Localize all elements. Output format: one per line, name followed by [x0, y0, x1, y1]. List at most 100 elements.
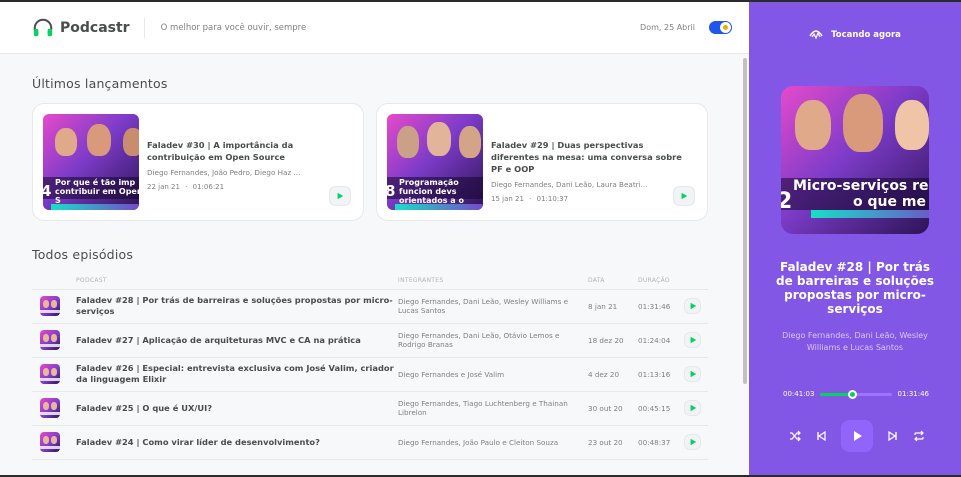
header: Podcastr O melhor para você ouvir, sempr… [0, 2, 749, 54]
play-icon [337, 192, 344, 200]
player-panel: Tocando agora Micro-serviços re o que me… [749, 2, 961, 475]
table-row[interactable]: Faladev #24 | Como virar líder de desenv… [32, 425, 708, 460]
episode-title[interactable]: Faladev #30 | A importância da contribui… [147, 139, 347, 163]
episodes-table: PODCAST INTEGRANTES DATA DURAÇÃO Faladev… [32, 272, 708, 460]
row-date: 23 out 20 [588, 425, 638, 460]
thumbnail-number: 8 [387, 182, 396, 200]
row-play-button[interactable] [684, 434, 701, 450]
play-icon [690, 370, 696, 378]
play-pause-button[interactable] [841, 420, 873, 452]
now-playing-label: Tocando agora [831, 30, 901, 40]
play-button[interactable] [329, 186, 351, 206]
headphones-icon [33, 18, 53, 36]
column-podcast: PODCAST [76, 272, 398, 290]
cover-caption-2: o que me [853, 194, 926, 210]
progress-handle[interactable] [848, 389, 858, 399]
repeat-icon [914, 430, 924, 442]
episode-meta: 22 jan 21 · 01:06:21 [147, 183, 225, 191]
playing-icon [809, 30, 823, 40]
column-members: INTEGRANTES [398, 272, 588, 290]
player-header: Tocando agora [809, 28, 901, 42]
play-icon [690, 404, 696, 412]
column-duration: DURAÇÃO [638, 272, 684, 290]
row-duration: 01:31:46 [638, 289, 684, 324]
episode-members: Diego Fernandes, João Pedro, Diego Haz .… [147, 168, 301, 177]
row-title[interactable]: Faladev #24 | Como virar líder de desenv… [76, 425, 398, 460]
next-button[interactable] [887, 430, 899, 442]
episode-meta: 15 jan 21 · 01:10:37 [491, 195, 569, 203]
row-duration: 01:13:16 [638, 357, 684, 392]
row-thumbnail [40, 398, 60, 418]
episode-duration: 01:10:37 [536, 195, 569, 203]
row-title[interactable]: Faladev #25 | O que é UX/UI? [76, 391, 398, 426]
app-name: Podcastr [60, 19, 130, 36]
row-date: 8 jan 21 [588, 289, 638, 324]
row-duration: 01:24:04 [638, 323, 684, 358]
play-button[interactable] [673, 186, 695, 206]
row-play-button[interactable] [684, 298, 701, 314]
thumbnail-number: 4 [43, 182, 52, 200]
row-members: Diego Fernandes, João Paulo e Cleiton So… [398, 425, 588, 460]
shuffle-button[interactable] [789, 430, 801, 442]
table-row[interactable]: Faladev #28 | Por trás de barreiras e so… [32, 289, 708, 324]
episode-members: Diego Fernandes, Dani Leão, Laura Beatri… [491, 180, 648, 189]
content: Últimos lançamentos Por que é tão imp co… [0, 54, 749, 475]
episode-thumbnail: Por que é tão imp contribuir em Open S 4 [43, 114, 139, 210]
main-area: Podcastr O melhor para você ouvir, sempr… [0, 2, 749, 475]
row-thumbnail [40, 432, 60, 452]
play-icon [690, 302, 696, 310]
cover-number: 2 [781, 189, 793, 214]
previous-button[interactable] [815, 430, 827, 442]
row-date: 30 out 20 [588, 391, 638, 426]
row-date: 18 dez 20 [588, 323, 638, 358]
row-play-button[interactable] [684, 366, 701, 382]
previous-icon [817, 430, 826, 442]
header-divider [143, 17, 145, 38]
row-members: Diego Fernandes, Tiago Luchtenberg e Tha… [398, 391, 588, 426]
shuffle-icon [790, 430, 801, 442]
latest-title: Últimos lançamentos [32, 76, 168, 91]
progress-bar: 00:41:03 01:31:46 [783, 389, 929, 399]
row-members: Diego Fernandes e José Valim [398, 357, 588, 392]
row-title[interactable]: Faladev #26 | Especial: entrevista exclu… [76, 357, 398, 392]
next-icon [888, 430, 897, 442]
row-play-button[interactable] [684, 400, 701, 416]
row-duration: 00:45:15 [638, 391, 684, 426]
table-row[interactable]: Faladev #25 | O que é UX/UI? Diego Ferna… [32, 391, 708, 426]
all-episodes-section: Todos episódios PODCAST INTEGRANTES DATA… [32, 247, 709, 460]
thumbnail-caption: Por que é tão imp contribuir em Open S [55, 178, 139, 205]
theme-toggle[interactable] [709, 21, 732, 34]
latest-card[interactable]: Programação funcion devs orientados a o … [376, 103, 708, 221]
row-play-button[interactable] [684, 332, 701, 348]
thumbnail-caption: Programação funcion devs orientados a o [399, 178, 464, 205]
row-date: 4 dez 20 [588, 357, 638, 392]
row-title[interactable]: Faladev #28 | Por trás de barreiras e so… [76, 289, 398, 324]
table-row[interactable]: Faladev #27 | Aplicação de arquiteturas … [32, 323, 708, 358]
scrollbar[interactable] [743, 58, 747, 384]
column-date: DATA [588, 272, 638, 290]
all-episodes-title: Todos episódios [32, 247, 134, 262]
play-icon [681, 192, 688, 200]
player-episode-title: Faladev #28 | Por trás de barreiras e so… [775, 260, 934, 316]
repeat-button[interactable] [913, 430, 925, 442]
total-time: 01:31:46 [897, 390, 929, 398]
app-window: Podcastr O melhor para você ouvir, sempr… [0, 2, 961, 475]
episode-date: 22 jan 21 [147, 183, 180, 191]
row-thumbnail [40, 364, 60, 384]
row-title[interactable]: Faladev #27 | Aplicação de arquiteturas … [76, 323, 398, 358]
row-thumbnail [40, 296, 60, 316]
episode-title[interactable]: Faladev #29 | Duas perspectivas diferent… [491, 139, 691, 175]
current-time: 00:41:03 [783, 390, 815, 398]
episode-date: 15 jan 21 [491, 195, 524, 203]
player-cover: Micro-serviços re o que me 2 [781, 86, 929, 234]
play-icon [854, 431, 862, 441]
episode-thumbnail: Programação funcion devs orientados a o … [387, 114, 483, 210]
play-icon [690, 336, 696, 344]
latest-card[interactable]: Por que é tão imp contribuir em Open S 4… [32, 103, 364, 221]
player-episode-members: Diego Fernandes, Dani Leão, Wesley Willi… [782, 331, 928, 352]
table-row[interactable]: Faladev #26 | Especial: entrevista exclu… [32, 357, 708, 392]
sun-icon [720, 22, 731, 33]
player-controls [789, 420, 925, 452]
logo[interactable]: Podcastr [32, 17, 130, 39]
progress-track[interactable] [820, 389, 892, 399]
